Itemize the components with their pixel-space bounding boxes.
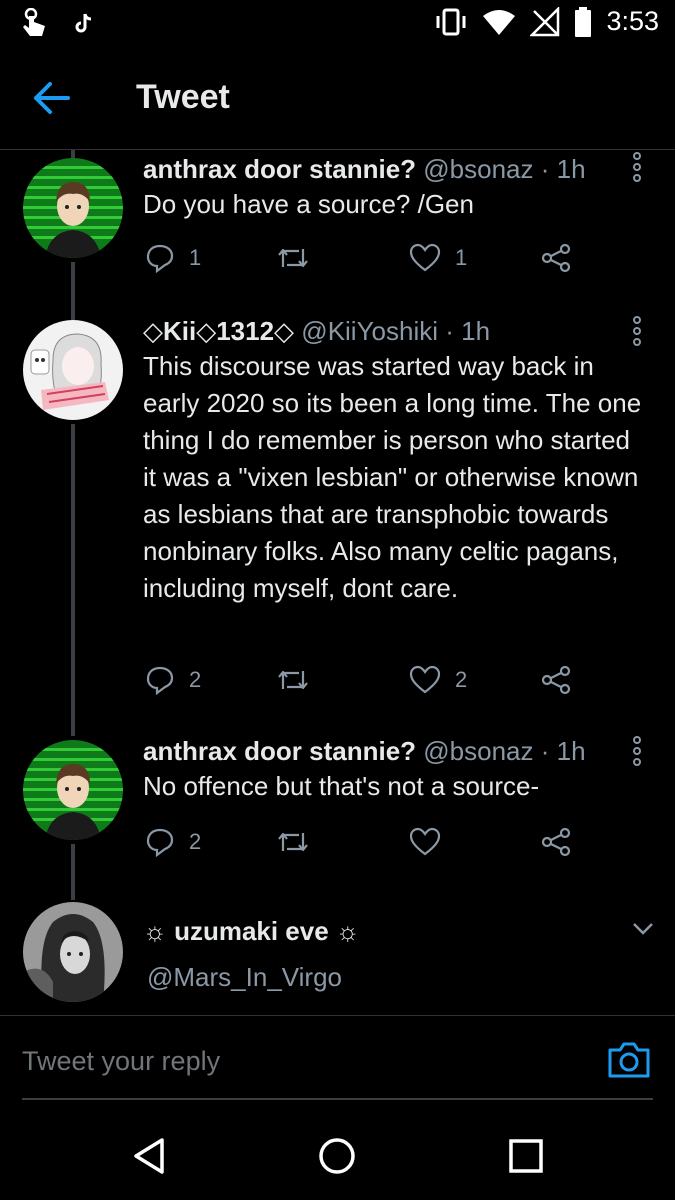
like-icon <box>409 243 441 272</box>
username: @Mars_In_Virgo <box>147 962 342 992</box>
share-button[interactable] <box>541 238 571 278</box>
reply-underline <box>22 1098 653 1100</box>
username[interactable]: @bsonaz <box>423 154 533 184</box>
system-navigation-bar <box>0 1110 675 1200</box>
retweet-button[interactable] <box>275 660 311 700</box>
tweet-text: This discourse was started way back in e… <box>143 351 642 603</box>
tweet-actions: 2 <box>143 822 603 862</box>
like-button[interactable] <box>409 822 441 862</box>
nav-home-icon[interactable] <box>315 1134 359 1178</box>
reply-input[interactable]: Tweet your reply <box>22 1046 220 1077</box>
display-name: uzumaki eve <box>174 916 329 946</box>
avatar[interactable] <box>23 320 123 420</box>
reply-composer: Tweet your reply <box>0 1015 675 1101</box>
retweet-icon <box>278 248 308 268</box>
vibrate-icon <box>436 8 466 35</box>
share-icon <box>541 243 571 273</box>
tweet[interactable]: anthrax door stannie? @bsonaz · 1h Do yo… <box>0 150 675 290</box>
display-name[interactable]: anthrax door stannie? <box>143 154 416 184</box>
retweet-icon <box>278 670 308 690</box>
reply-icon <box>146 244 174 273</box>
clock: 3:53 <box>606 6 659 36</box>
display-name[interactable]: anthrax door stannie? <box>143 736 416 766</box>
like-icon <box>409 827 441 856</box>
tweet[interactable]: ◇Kii◇1312◇ @KiiYoshiki · 1h This discour… <box>0 312 675 722</box>
back-arrow-icon[interactable] <box>30 78 74 118</box>
like-count: 2 <box>455 667 468 692</box>
account-handle: @Mars_In_Virgo <box>147 962 615 993</box>
reply-button[interactable]: 2 <box>145 822 201 862</box>
tweet-actions: 1 1 <box>143 238 603 278</box>
tweet-header: anthrax door stannie? @bsonaz · 1h <box>143 736 615 767</box>
more-vertical-icon[interactable] <box>627 736 647 766</box>
sun-symbol-icon: ☼ <box>143 916 175 946</box>
reply-button[interactable]: 1 <box>145 238 201 278</box>
nav-recents-icon[interactable] <box>504 1134 548 1178</box>
more-vertical-icon[interactable] <box>627 152 647 182</box>
tweet-header: anthrax door stannie? @bsonaz · 1h <box>143 154 615 185</box>
camera-icon[interactable] <box>606 1040 652 1080</box>
avatar[interactable] <box>23 740 123 840</box>
tweet-actions: 2 2 <box>143 660 603 700</box>
share-icon <box>541 827 571 857</box>
status-bar: 3:53 <box>0 0 675 48</box>
share-button[interactable] <box>541 660 571 700</box>
no-signal-icon <box>530 6 560 36</box>
account-name-row: ☼ uzumaki eve ☼ <box>143 916 615 947</box>
like-count: 1 <box>455 245 468 270</box>
tweet-header: ◇Kii◇1312◇ @KiiYoshiki · 1h <box>143 316 615 347</box>
display-name[interactable]: ◇Kii◇1312◇ <box>143 316 294 346</box>
sun-symbol-icon: ☼ <box>328 916 360 946</box>
tiktok-icon <box>75 13 92 33</box>
retweet-button[interactable] <box>275 238 311 278</box>
tweet[interactable]: anthrax door stannie? @bsonaz · 1h No of… <box>0 732 675 872</box>
retweet-icon <box>278 832 308 852</box>
timestamp: · 1h <box>445 316 491 346</box>
reply-count: 2 <box>189 829 202 854</box>
tweet-text: Do you have a source? /Gen <box>143 189 474 219</box>
timestamp: · 1h <box>540 736 586 766</box>
wifi-icon <box>483 9 516 35</box>
share-icon <box>541 665 571 695</box>
page-title: Tweet <box>136 78 230 116</box>
retweet-button[interactable] <box>275 822 311 862</box>
timestamp: · 1h <box>540 154 586 184</box>
more-vertical-icon[interactable] <box>627 316 647 346</box>
reply-icon <box>146 666 174 695</box>
avatar[interactable] <box>23 158 123 258</box>
like-button[interactable]: 1 <box>409 238 467 278</box>
reply-count: 1 <box>189 245 202 270</box>
reply-icon <box>146 828 174 857</box>
battery-icon <box>575 6 592 37</box>
avatar[interactable] <box>23 902 123 1002</box>
username[interactable]: @bsonaz <box>423 736 533 766</box>
reply-button[interactable]: 2 <box>145 660 201 700</box>
like-button[interactable]: 2 <box>409 660 467 700</box>
nav-back-icon[interactable] <box>128 1134 172 1178</box>
like-icon <box>409 665 441 694</box>
tweet-text: No offence but that's not a source- <box>143 771 540 801</box>
touch-icon <box>23 8 45 36</box>
chevron-down-icon[interactable] <box>632 922 654 936</box>
reply-count: 2 <box>189 667 202 692</box>
top-app-bar: Tweet <box>0 48 675 150</box>
share-button[interactable] <box>541 822 571 862</box>
username[interactable]: @KiiYoshiki <box>301 316 438 346</box>
replying-account[interactable]: ☼ uzumaki eve ☼ @Mars_In_Virgo <box>0 896 675 1014</box>
